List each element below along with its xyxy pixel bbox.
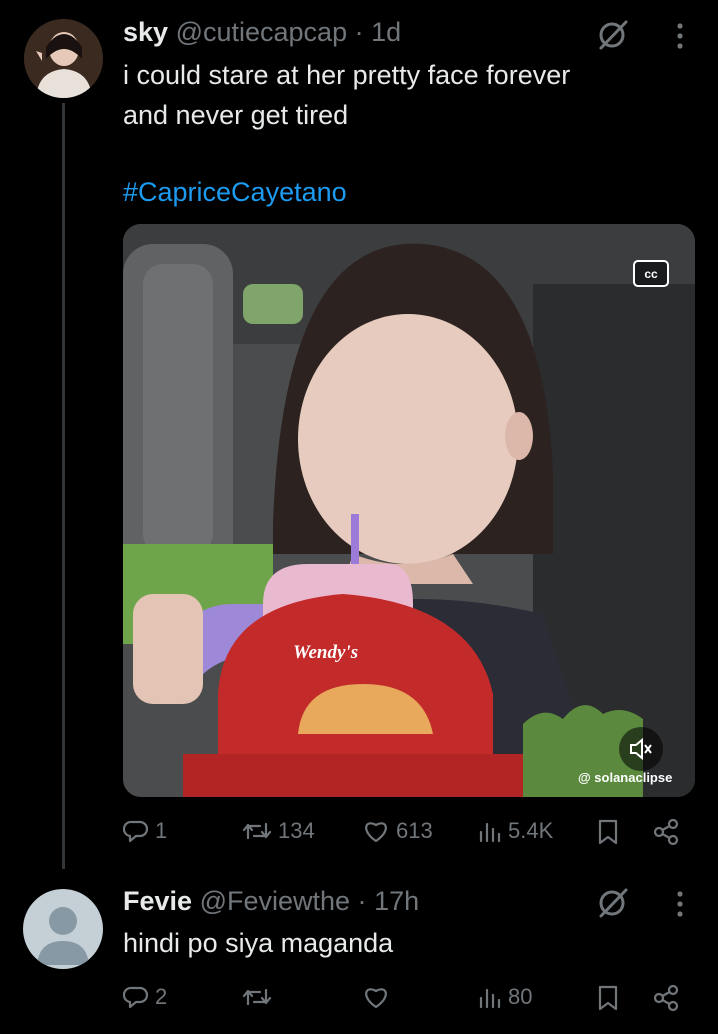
share-icon [653,818,679,846]
bookmark-icon [598,819,618,845]
bookmark-icon [598,985,618,1011]
views-count: 80 [508,984,533,1009]
avatar[interactable] [24,19,103,98]
reply-count: 1 [155,818,168,843]
share-button[interactable] [652,984,680,1012]
display-name[interactable]: Fevie [123,886,192,916]
share-icon [653,984,679,1012]
avatar[interactable] [23,889,103,969]
views-button[interactable]: 5.4K [478,818,553,844]
timestamp[interactable]: 17h [374,886,419,916]
share-button[interactable] [652,818,680,846]
bookmark-button[interactable] [597,984,619,1012]
separator: · [357,886,367,916]
like-button[interactable]: 613 [362,818,433,844]
post-text: i could stare at her pretty face forever… [123,55,570,135]
reply-button[interactable]: 2 [123,984,167,1010]
grok-icon[interactable] [596,18,630,52]
like-icon [365,822,387,843]
mute-icon[interactable] [619,727,663,771]
repost-count: 134 [278,818,315,843]
reply-count: 2 [155,984,168,1009]
reply-text: hindi po siya maganda [123,928,394,958]
user-handle[interactable]: @cutiecapcap [176,17,348,47]
more-icon[interactable] [673,21,687,51]
reply-header: Fevie @Feviewthe · 17h [123,886,419,917]
main-post: sky @cutiecapcap · 1d i could stare at h… [0,0,718,880]
views-icon [479,988,501,1009]
reply-icon [123,820,149,843]
like-count: 613 [396,818,433,843]
video-watermark: @ solanaclipse [578,770,673,785]
post-header: sky @cutiecapcap · 1d [123,17,401,48]
separator: · [354,17,364,47]
wendys-logo: Wendy's [293,642,359,663]
repost-button[interactable] [242,984,272,1010]
cc-icon[interactable]: cc [633,260,669,287]
views-button[interactable]: 80 [478,984,532,1010]
video-player[interactable]: Wendy's cc @ solanaclipse [123,224,695,797]
repost-button[interactable]: 134 [242,818,315,844]
like-icon [365,988,387,1009]
repost-icon [242,822,272,840]
reply-icon [123,986,149,1009]
reply-button[interactable]: 1 [123,818,167,844]
timestamp[interactable]: 1d [371,17,401,47]
reply-post: Fevie @Feviewthe · 17h hindi po siya mag… [0,880,718,1034]
video-frame [123,224,695,797]
hashtag-link[interactable]: #CapriceCayetano [123,177,347,208]
post-text-line2: and never get tired [123,100,349,130]
like-button[interactable] [362,984,390,1010]
thread-line [62,103,65,869]
repost-icon [242,988,272,1006]
views-count: 5.4K [508,818,554,843]
views-icon [479,822,501,843]
display-name[interactable]: sky [123,17,168,47]
grok-icon[interactable] [596,886,630,920]
bookmark-button[interactable] [597,818,619,846]
post-text-line1: i could stare at her pretty face forever [123,60,571,90]
more-icon[interactable] [673,889,687,919]
user-handle[interactable]: @Feviewthe [200,886,350,916]
